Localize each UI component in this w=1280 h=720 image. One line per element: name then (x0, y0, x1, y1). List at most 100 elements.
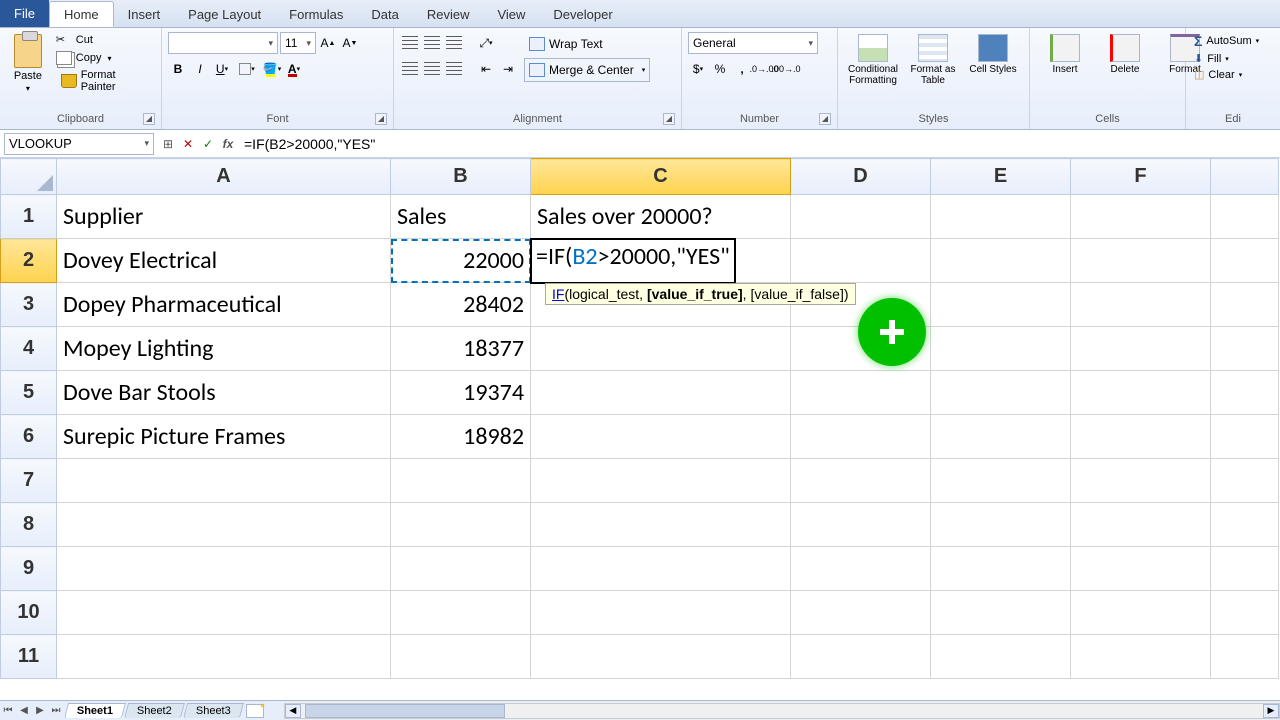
cell-C1[interactable]: Sales over 20000? (531, 195, 791, 239)
cell-G4[interactable] (1211, 327, 1279, 371)
cell-C8[interactable] (531, 503, 791, 547)
tooltip-arg1[interactable]: logical_test (569, 286, 639, 302)
cell-F3[interactable] (1071, 283, 1211, 327)
cell-E2[interactable] (931, 239, 1071, 283)
cell-E10[interactable] (931, 591, 1071, 635)
cell-G2[interactable] (1211, 239, 1279, 283)
select-all-button[interactable] (1, 159, 57, 195)
tab-view[interactable]: View (483, 1, 539, 27)
cut-button[interactable]: ✂Cut (54, 32, 155, 48)
orientation-button[interactable]: ⤢▾ (476, 32, 496, 54)
align-left-button[interactable] (400, 58, 420, 80)
col-header-E[interactable]: E (931, 159, 1071, 195)
percent-button[interactable]: % (710, 58, 730, 80)
row-header-11[interactable]: 11 (1, 635, 57, 679)
align-bottom-button[interactable] (444, 32, 464, 54)
cell-C6[interactable] (531, 415, 791, 459)
fill-button[interactable]: ⬇Fill▾ (1192, 51, 1261, 66)
cell-G11[interactable] (1211, 635, 1279, 679)
cell-B2[interactable]: 22000 (391, 239, 531, 283)
cell-G6[interactable] (1211, 415, 1279, 459)
scroll-right-button[interactable]: ▶ (1263, 704, 1279, 718)
cell-A3[interactable]: Dopey Pharmaceutical (57, 283, 391, 327)
cell-B11[interactable] (391, 635, 531, 679)
accounting-button[interactable]: $▾ (688, 58, 708, 80)
cell-styles-button[interactable]: Cell Styles (964, 32, 1022, 88)
cell-F8[interactable] (1071, 503, 1211, 547)
col-header-D[interactable]: D (791, 159, 931, 195)
cell-D10[interactable] (791, 591, 931, 635)
sheet-nav-prev[interactable]: ◀ (16, 703, 32, 719)
cell-D7[interactable] (791, 459, 931, 503)
cell-E9[interactable] (931, 547, 1071, 591)
cell-D1[interactable] (791, 195, 931, 239)
format-as-table-button[interactable]: Format as Table (904, 32, 962, 88)
row-header-10[interactable]: 10 (1, 591, 57, 635)
sheet-nav-first[interactable]: ⏮ (0, 703, 16, 719)
cell-F11[interactable] (1071, 635, 1211, 679)
cell-F9[interactable] (1071, 547, 1211, 591)
range-selector-button[interactable]: ⊞ (158, 134, 178, 154)
align-center-button[interactable] (422, 58, 442, 80)
cell-C9[interactable] (531, 547, 791, 591)
row-header-1[interactable]: 1 (1, 195, 57, 239)
col-header-G[interactable] (1211, 159, 1279, 195)
delete-cells-button[interactable]: Delete (1096, 32, 1154, 77)
wrap-text-button[interactable]: Wrap Text (524, 32, 650, 56)
cell-G5[interactable] (1211, 371, 1279, 415)
conditional-formatting-button[interactable]: Conditional Formatting (844, 32, 902, 88)
tab-review[interactable]: Review (413, 1, 484, 27)
font-name-combo[interactable]: ▾ (168, 32, 278, 54)
scroll-thumb[interactable] (305, 704, 505, 718)
cancel-button[interactable]: ✕ (178, 134, 198, 154)
decrease-indent-button[interactable]: ⇤ (476, 58, 496, 80)
font-size-combo[interactable]: 11▾ (280, 32, 316, 54)
sheet-tab-3[interactable]: Sheet3 (183, 703, 244, 718)
formula-input[interactable] (238, 136, 1280, 152)
cell-B4[interactable]: 18377 (391, 327, 531, 371)
cell-D9[interactable] (791, 547, 931, 591)
tooltip-arg3[interactable]: [value_if_false] (750, 286, 843, 302)
cell-D8[interactable] (791, 503, 931, 547)
cell-B5[interactable]: 19374 (391, 371, 531, 415)
horizontal-scrollbar[interactable]: ◀ ▶ (284, 703, 1280, 719)
sheet-nav-next[interactable]: ▶ (32, 703, 48, 719)
cell-C7[interactable] (531, 459, 791, 503)
name-box[interactable]: VLOOKUP▾ (4, 133, 154, 155)
cell-G8[interactable] (1211, 503, 1279, 547)
cell-E5[interactable] (931, 371, 1071, 415)
underline-button[interactable]: U▾ (212, 58, 232, 80)
cell-C11[interactable] (531, 635, 791, 679)
tab-page-layout[interactable]: Page Layout (174, 1, 275, 27)
cell-A8[interactable] (57, 503, 391, 547)
cell-A1[interactable]: Supplier (57, 195, 391, 239)
cell-B1[interactable]: Sales (391, 195, 531, 239)
align-middle-button[interactable] (422, 32, 442, 54)
cell-A7[interactable] (57, 459, 391, 503)
font-launcher[interactable]: ◢ (375, 113, 387, 125)
cell-B7[interactable] (391, 459, 531, 503)
fx-button[interactable]: fx (218, 134, 238, 154)
cell-D2[interactable] (791, 239, 931, 283)
cell-D5[interactable] (791, 371, 931, 415)
cell-E6[interactable] (931, 415, 1071, 459)
clear-button[interactable]: ◫Clear▾ (1192, 67, 1261, 82)
cell-F6[interactable] (1071, 415, 1211, 459)
tab-home[interactable]: Home (49, 1, 114, 27)
format-painter-button[interactable]: Format Painter (54, 68, 155, 94)
autosum-button[interactable]: ΣAutoSum▾ (1192, 32, 1261, 50)
font-color-button[interactable]: A▾ (284, 58, 304, 80)
alignment-launcher[interactable]: ◢ (663, 113, 675, 125)
tab-formulas[interactable]: Formulas (275, 1, 357, 27)
col-header-C[interactable]: C (531, 159, 791, 195)
cell-C4[interactable] (531, 327, 791, 371)
cell-E11[interactable] (931, 635, 1071, 679)
row-header-2[interactable]: 2 (1, 239, 57, 283)
row-header-6[interactable]: 6 (1, 415, 57, 459)
cell-G7[interactable] (1211, 459, 1279, 503)
cell-B3[interactable]: 28402 (391, 283, 531, 327)
cell-E7[interactable] (931, 459, 1071, 503)
cell-A4[interactable]: Mopey Lighting (57, 327, 391, 371)
copy-button[interactable]: Copy▾ (54, 50, 155, 66)
number-format-combo[interactable]: General▾ (688, 32, 818, 54)
